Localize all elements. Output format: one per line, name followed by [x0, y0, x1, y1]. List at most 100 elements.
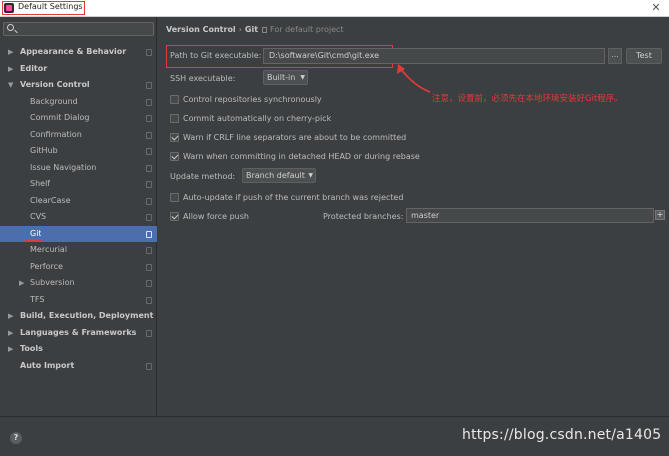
sidebar-item-label: Commit Dialog: [30, 113, 90, 122]
ssh-select-value: Built-in: [267, 73, 296, 82]
sidebar-item-label: Version Control: [20, 80, 90, 89]
force-push-checkbox-label: Allow force push: [183, 212, 249, 221]
sidebar-item-label: Shelf: [30, 179, 51, 188]
sidebar-item-label: Build, Execution, Deployment: [20, 311, 154, 320]
sidebar-item-shelf[interactable]: Shelf: [0, 176, 157, 193]
sidebar-item-commit-dialog[interactable]: Commit Dialog: [0, 110, 157, 127]
settings-tree: ▶ Appearance & Behavior ▶ Editor ▼ Versi…: [0, 44, 157, 374]
sidebar-item-tools[interactable]: ▶ Tools: [0, 341, 157, 358]
project-icon: [146, 115, 152, 122]
sidebar-item-label: ClearCase: [30, 195, 71, 205]
sidebar-item-appearance[interactable]: ▶ Appearance & Behavior: [0, 44, 157, 61]
project-icon: [146, 164, 152, 172]
chevron-down-icon: ▼: [308, 172, 313, 179]
title-bar: Default Settings ✕: [0, 0, 669, 17]
project-icon: [262, 27, 268, 33]
sidebar-item-label: Perforce: [30, 261, 63, 271]
project-icon: [146, 329, 152, 337]
sidebar-item-perforce[interactable]: Perforce: [0, 259, 157, 276]
sidebar-item-label: Subversion: [30, 278, 75, 287]
browse-button[interactable]: ...: [608, 48, 622, 64]
settings-sidebar: ▶ Appearance & Behavior ▶ Editor ▼ Versi…: [0, 17, 157, 416]
search-input[interactable]: [3, 22, 154, 36]
sidebar-item-git[interactable]: Git: [0, 225, 157, 242]
cherry-pick-checkbox-label: Commit automatically on cherry-pick: [183, 114, 332, 123]
sidebar-item-auto-import[interactable]: Auto Import: [0, 358, 157, 375]
chevron-right-icon: ▶: [8, 345, 14, 353]
sidebar-item-version-control[interactable]: ▼ Version Control: [0, 77, 157, 94]
cherry-pick-checkbox[interactable]: [170, 114, 179, 123]
project-icon: [146, 98, 152, 106]
crlf-checkbox[interactable]: [170, 133, 179, 142]
detached-head-checkbox-label: Warn when committing in detached HEAD or…: [183, 152, 420, 161]
sidebar-item-label: Tools: [20, 344, 43, 353]
sidebar-item-label: Confirmation: [30, 129, 82, 139]
chevron-right-icon: ▶: [8, 312, 14, 320]
chevron-down-icon: ▼: [8, 81, 14, 89]
sidebar-item-label: Issue Navigation: [30, 162, 97, 172]
sidebar-item-cvs[interactable]: CVS: [0, 209, 157, 226]
sidebar-item-editor[interactable]: ▶ Editor: [0, 61, 157, 78]
project-icon: [146, 263, 152, 271]
protected-branches-input[interactable]: master: [406, 208, 654, 223]
force-push-checkbox[interactable]: [170, 212, 179, 221]
chevron-right-icon: ▶: [8, 328, 14, 337]
update-method-select[interactable]: Branch default ▼: [242, 168, 316, 183]
chevron-right-icon: ▶: [8, 64, 14, 73]
project-icon: [146, 131, 152, 139]
annotation-arrow: [397, 64, 431, 93]
close-icon[interactable]: ✕: [649, 1, 663, 15]
breadcrumb-note: For default project: [270, 25, 344, 34]
sidebar-item-label: Auto Import: [20, 360, 75, 370]
sidebar-item-label: Editor: [20, 63, 48, 73]
test-button[interactable]: Test: [626, 48, 662, 64]
git-path-input[interactable]: D:\software\Git\cmd\git.exe: [263, 48, 605, 64]
project-icon: [146, 49, 152, 56]
sidebar-item-clearcase[interactable]: ClearCase: [0, 193, 157, 210]
add-icon[interactable]: +: [655, 210, 665, 220]
project-icon: [146, 181, 152, 188]
update-method-label: Update method:: [170, 172, 236, 181]
detached-head-checkbox[interactable]: [170, 152, 179, 161]
sidebar-item-label: Background: [30, 96, 78, 106]
sidebar-item-background[interactable]: Background: [0, 94, 157, 111]
sidebar-item-label: GitHub: [30, 146, 58, 155]
sidebar-item-subversion[interactable]: ▶ Subversion: [0, 275, 157, 292]
project-icon: [146, 214, 152, 221]
chevron-down-icon: ▼: [300, 74, 305, 81]
sidebar-item-label: Languages & Frameworks: [20, 327, 137, 337]
project-icon: [146, 247, 152, 254]
project-icon: [146, 280, 152, 287]
project-icon: [146, 230, 152, 238]
ssh-label: SSH executable:: [170, 74, 236, 83]
sidebar-item-mercurial[interactable]: Mercurial: [0, 242, 157, 259]
breadcrumb: Version Control › Git For default project: [166, 25, 344, 34]
sidebar-item-github[interactable]: GitHub: [0, 143, 157, 160]
watermark: https://blog.csdn.net/a1405: [462, 427, 662, 443]
auto-update-checkbox[interactable]: [170, 193, 179, 202]
help-icon[interactable]: ?: [10, 432, 22, 444]
sidebar-item-tfs[interactable]: TFS: [0, 292, 157, 309]
sidebar-item-build[interactable]: ▶ Build, Execution, Deployment: [0, 308, 157, 325]
protected-branches-label: Protected branches:: [323, 212, 404, 221]
project-icon: [146, 362, 152, 370]
search-icon: [7, 24, 14, 31]
sidebar-item-issue-navigation[interactable]: Issue Navigation: [0, 160, 157, 177]
project-icon: [146, 296, 152, 304]
update-method-value: Branch default: [246, 171, 305, 180]
git-highlight-box: [25, 226, 42, 241]
crlf-checkbox-label: Warn if CRLF line separators are about t…: [183, 133, 407, 142]
auto-update-checkbox-label: Auto-update if push of the current branc…: [183, 193, 404, 202]
project-icon: [146, 82, 152, 89]
sidebar-item-confirmation[interactable]: Confirmation: [0, 127, 157, 144]
project-icon: [146, 148, 152, 155]
annotation-note: 注意，设置前，必须先在本地环境安装好Git程序。: [432, 94, 623, 104]
ssh-select[interactable]: Built-in ▼: [263, 70, 308, 85]
sidebar-item-label: CVS: [30, 212, 47, 221]
sidebar-item-languages[interactable]: ▶ Languages & Frameworks: [0, 325, 157, 342]
breadcrumb-version-control: Version Control: [166, 25, 236, 34]
chevron-right-icon: ▶: [8, 48, 14, 56]
sync-checkbox[interactable]: [170, 95, 179, 104]
sidebar-item-label: Mercurial: [30, 245, 68, 254]
breadcrumb-separator: ›: [238, 25, 242, 34]
